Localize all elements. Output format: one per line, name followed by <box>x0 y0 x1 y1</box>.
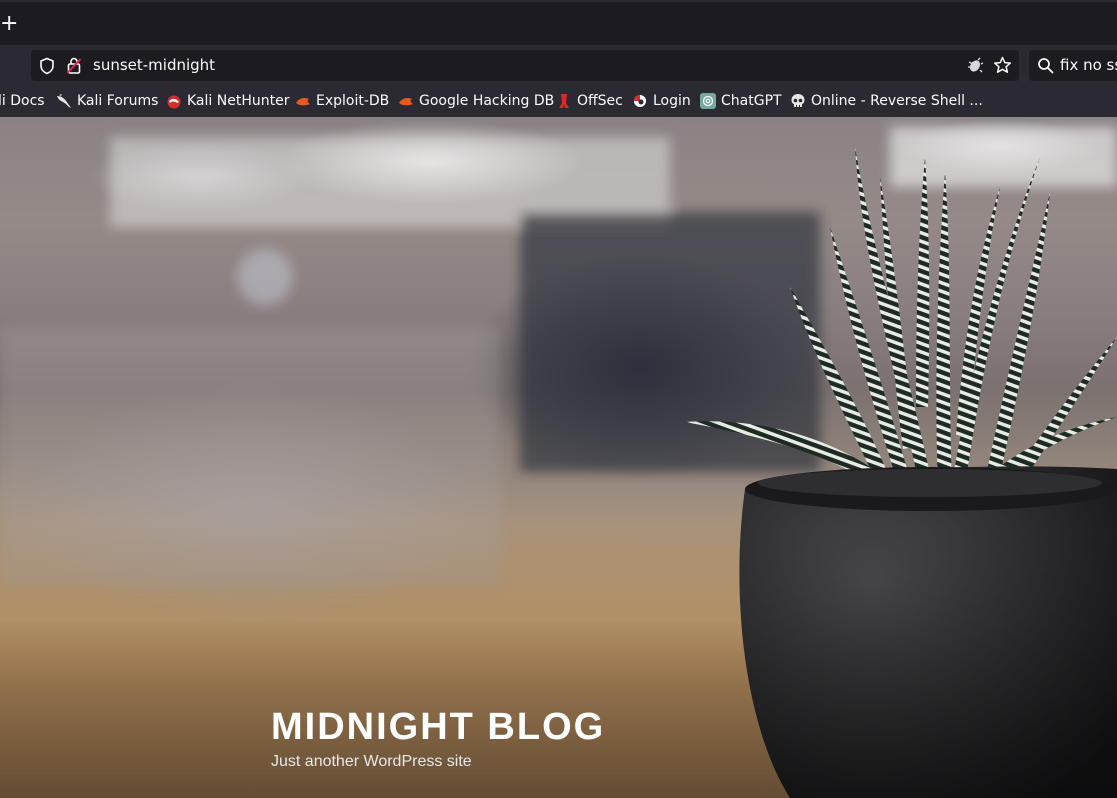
search-icon <box>1038 58 1054 74</box>
bookmark-label: ChatGPT <box>721 93 782 109</box>
bookmark-exploit-db[interactable]: Exploit-DB <box>295 91 389 111</box>
bookmark-kali-docs[interactable]: li Docs <box>0 91 45 111</box>
bookmark-label: li Docs <box>0 93 45 109</box>
skull-icon <box>791 94 805 107</box>
kali-dragon-icon <box>57 94 71 108</box>
bookmark-reverse-shell[interactable]: Online - Reverse Shell ... <box>790 91 983 111</box>
bookmark-label: Login <box>653 93 691 109</box>
ghdb-icon <box>399 98 413 106</box>
bookmark-kali-nethunter[interactable]: Kali NetHunter <box>166 91 289 111</box>
bookmark-login[interactable]: Login <box>632 91 691 111</box>
site-branding: MIDNIGHT BLOG Just another WordPress sit… <box>271 705 605 771</box>
bookmark-label: Google Hacking DB <box>419 93 555 109</box>
bookmark-label: Kali NetHunter <box>187 93 290 109</box>
url-text[interactable]: sunset-midnight <box>93 56 215 74</box>
search-input[interactable]: fix no ssl <box>1060 56 1117 74</box>
bookmark-chatgpt[interactable]: ChatGPT <box>700 91 782 111</box>
nethunter-icon <box>167 95 181 109</box>
url-bar[interactable]: sunset-midnight <box>31 50 1019 81</box>
header-image <box>0 127 1117 798</box>
bookmark-star-icon[interactable] <box>993 56 1012 75</box>
insecure-lock-icon[interactable] <box>66 56 82 75</box>
new-tab-button[interactable]: + <box>0 10 20 40</box>
bookmark-label: Exploit-DB <box>316 93 390 109</box>
tab-strip: + <box>0 0 1117 45</box>
login-icon <box>634 95 646 107</box>
bookmark-kali-forums[interactable]: Kali Forums <box>56 91 158 111</box>
tracking-protection-shield-icon[interactable] <box>38 57 56 75</box>
bookmark-label: Kali Forums <box>77 93 159 109</box>
bookmark-offsec[interactable]: OffSec <box>556 91 623 111</box>
navigation-toolbar: sunset-midnight fix no ssl <box>0 45 1117 85</box>
exploit-db-icon <box>296 98 310 106</box>
bookmark-label: Online - Reverse Shell ... <box>811 93 983 109</box>
bookmark-label: OffSec <box>577 93 623 109</box>
bookmark-google-hacking-db[interactable]: Google Hacking DB <box>398 91 554 111</box>
page-content: MIDNIGHT BLOG Just another WordPress sit… <box>0 117 1117 798</box>
offsec-icon <box>559 94 569 108</box>
search-bar[interactable]: fix no ssl <box>1029 50 1117 81</box>
extension-bug-icon[interactable] <box>965 56 984 75</box>
site-description: Just another WordPress site <box>271 753 472 770</box>
chatgpt-icon <box>700 93 716 109</box>
bookmarks-toolbar: li Docs Kali Forums Kali NetHunter Explo… <box>0 85 1117 117</box>
site-title-link[interactable]: MIDNIGHT BLOG <box>271 705 605 749</box>
